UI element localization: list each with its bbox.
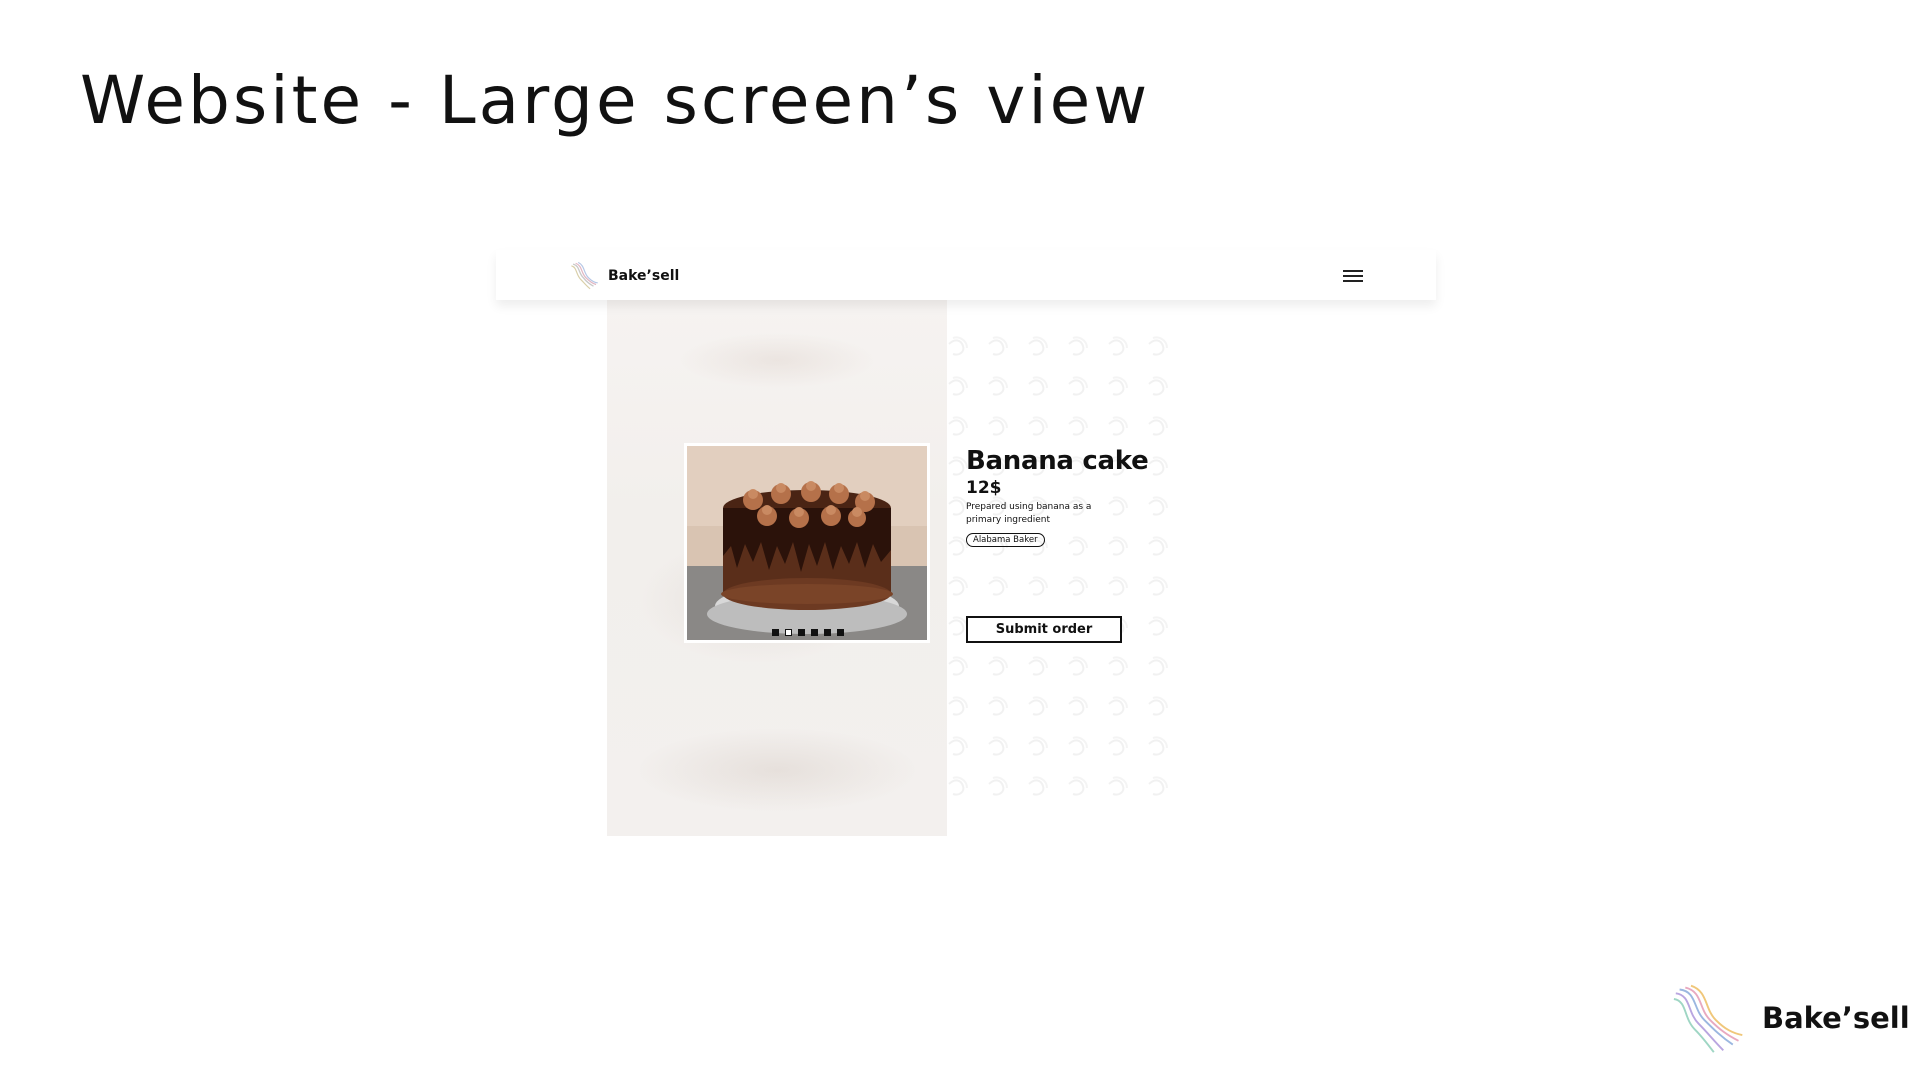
submit-order-button[interactable]: Submit order — [966, 616, 1122, 643]
product-image-carousel[interactable] — [684, 443, 930, 643]
carousel-dot[interactable] — [798, 629, 805, 636]
bakesell-logo-icon — [571, 261, 598, 290]
product-description: Prepared using banana as a primary ingre… — [966, 502, 1092, 525]
carousel-dot[interactable] — [837, 629, 844, 636]
carousel-indicators — [772, 629, 844, 636]
brand-name: Bake’sell — [608, 268, 680, 284]
logo-pattern-background — [948, 336, 1168, 796]
slide-title: Website - Large screen’s view — [80, 62, 1151, 139]
brand-link[interactable]: Bake’sell — [568, 259, 679, 293]
product-price: 12$ — [966, 478, 1002, 498]
product-info: Banana cake 12$ Prepared using banana as… — [966, 446, 1149, 547]
product-name: Banana cake — [966, 446, 1149, 476]
chocolate-cake-image — [687, 446, 927, 640]
carousel-dot-active[interactable] — [785, 629, 792, 636]
baker-tag[interactable]: Alabama Baker — [966, 533, 1045, 547]
carousel-dot[interactable] — [772, 629, 779, 636]
footer-brand-name: Bake’sell — [1762, 1001, 1910, 1035]
bakesell-logo-icon — [1673, 984, 1743, 1053]
carousel-dot[interactable] — [811, 629, 818, 636]
site-header: Bake’sell — [496, 250, 1436, 300]
carousel-dot[interactable] — [824, 629, 831, 636]
hamburger-menu-icon[interactable] — [1341, 266, 1365, 286]
footer-brand: Bake’sell — [1672, 980, 1910, 1056]
